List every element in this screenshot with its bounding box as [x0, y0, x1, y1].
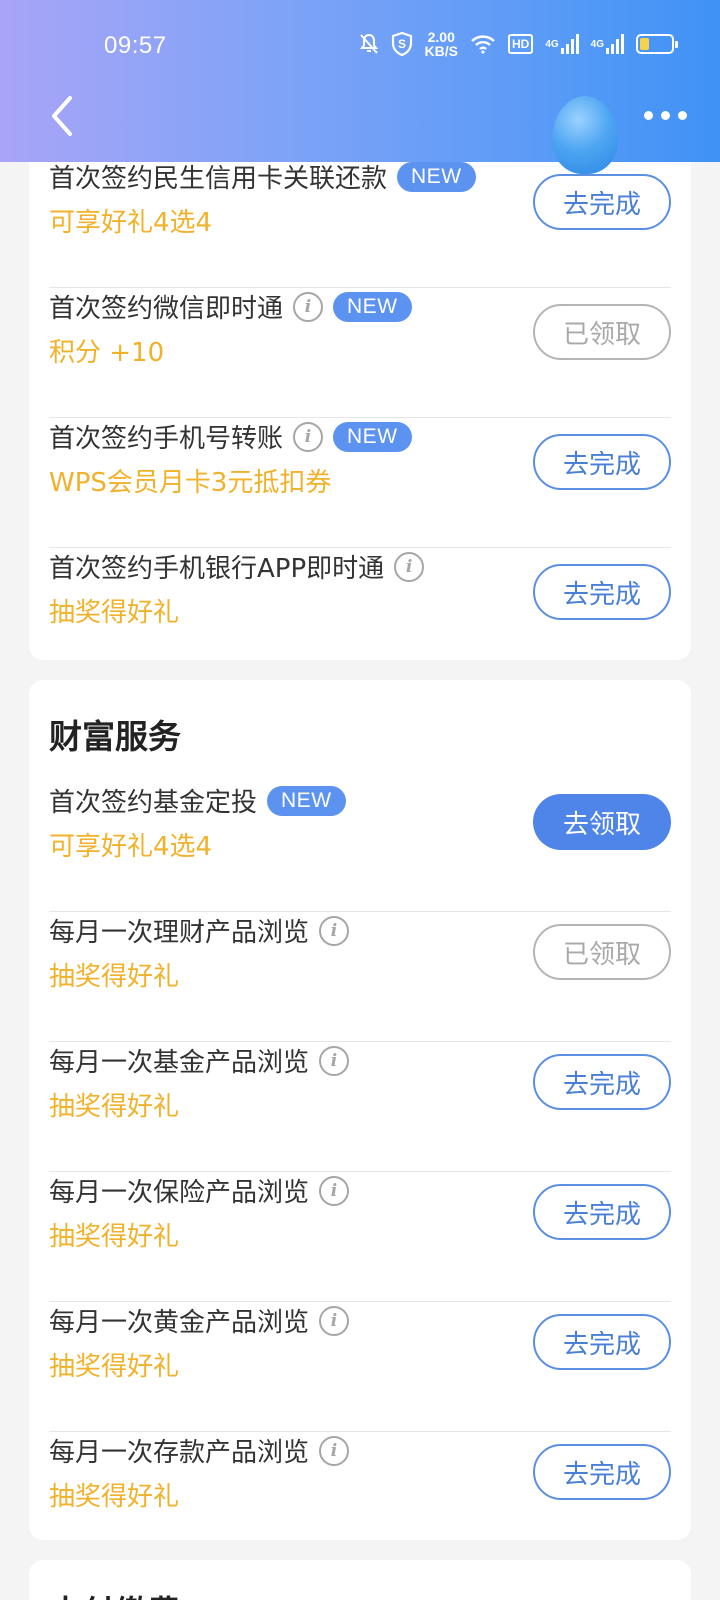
task-title: 每月一次黄金产品浏览 — [49, 1308, 310, 1338]
task-row: 首次签约手机号转账 i NEW WPS会员月卡3元抵扣券 去完成 — [49, 418, 671, 548]
status-time: 09:57 — [104, 32, 167, 59]
task-card-signup: 首次签约民生信用卡关联还款 NEW 可享好礼4选4 去完成 首次签约微信即时通 … — [29, 120, 691, 660]
new-badge: NEW — [397, 161, 476, 192]
task-reward: 抽奖得好礼 — [49, 1482, 180, 1512]
section-title: 支付缴费 — [49, 1586, 181, 1600]
task-reward: 积分 +10 — [49, 338, 165, 368]
task-title: 每月一次基金产品浏览 — [49, 1048, 310, 1078]
go-complete-button[interactable]: 去完成 — [533, 1184, 671, 1240]
task-row: 每月一次黄金产品浏览 i 抽奖得好礼 去完成 — [49, 1302, 671, 1432]
info-icon[interactable]: i — [394, 551, 425, 582]
task-reward: 抽奖得好礼 — [49, 1352, 180, 1382]
mute-bell-icon — [359, 33, 379, 55]
new-badge: NEW — [333, 291, 412, 322]
task-row: 每月一次存款产品浏览 i 抽奖得好礼 去完成 — [49, 1432, 671, 1532]
claimed-button[interactable]: 已领取 — [533, 924, 671, 980]
task-row: 每月一次基金产品浏览 i 抽奖得好礼 去完成 — [49, 1042, 671, 1172]
go-complete-button[interactable]: 去完成 — [533, 564, 671, 620]
info-icon[interactable]: i — [319, 1175, 350, 1206]
task-title: 首次签约手机银行APP即时通 — [49, 554, 385, 584]
task-row: 首次签约基金定投 NEW 可享好礼4选4 去领取 — [49, 782, 671, 912]
task-reward: 可享好礼4选4 — [49, 208, 213, 238]
task-card-wealth: 财富服务 首次签约基金定投 NEW 可享好礼4选4 去领取 每月一次理财产品浏览… — [29, 680, 691, 1540]
task-title: 首次签约基金定投 — [49, 788, 258, 818]
task-reward: WPS会员月卡3元抵扣券 — [49, 468, 332, 498]
svg-text:S: S — [398, 37, 406, 51]
task-title: 每月一次保险产品浏览 — [49, 1178, 310, 1208]
go-complete-button[interactable]: 去完成 — [533, 1444, 671, 1500]
task-title: 每月一次存款产品浏览 — [49, 1438, 310, 1468]
shield-icon: S — [391, 32, 413, 56]
go-complete-button[interactable]: 去完成 — [533, 1314, 671, 1370]
network-speed: 2.00 KB/S — [424, 29, 458, 59]
task-row: 每月一次理财产品浏览 i 抽奖得好礼 已领取 — [49, 912, 671, 1042]
cellular-signal-icon: 4G — [591, 34, 624, 54]
go-complete-button[interactable]: 去完成 — [533, 1054, 671, 1110]
info-icon[interactable]: i — [319, 915, 350, 946]
task-reward: 抽奖得好礼 — [49, 1222, 180, 1252]
task-title: 每月一次理财产品浏览 — [49, 918, 310, 948]
hd-icon: HD — [507, 34, 534, 54]
more-dots-icon[interactable] — [644, 100, 700, 130]
task-row: 每月一次保险产品浏览 i 抽奖得好礼 去完成 — [49, 1172, 671, 1302]
go-complete-button[interactable]: 去完成 — [533, 434, 671, 490]
page-scroll[interactable]: 首次签约民生信用卡关联还款 NEW 可享好礼4选4 去完成 首次签约微信即时通 … — [0, 0, 720, 1600]
go-claim-button[interactable]: 去领取 — [533, 794, 671, 850]
claimed-button[interactable]: 已领取 — [533, 304, 671, 360]
go-complete-button[interactable]: 去完成 — [533, 174, 671, 230]
task-row: 首次签约微信即时通 i NEW 积分 +10 已领取 — [49, 288, 671, 418]
task-row: 首次签约民生信用卡关联还款 NEW 可享好礼4选4 去完成 — [49, 158, 671, 288]
mascot-egg-icon — [552, 96, 618, 174]
task-title: 首次签约微信即时通 — [49, 294, 284, 324]
battery-icon — [636, 34, 678, 54]
task-card-payment: 支付缴费 — [29, 1560, 691, 1600]
task-title: 首次签约手机号转账 — [49, 424, 284, 454]
section-title: 财富服务 — [49, 717, 181, 756]
task-reward: 抽奖得好礼 — [49, 1092, 180, 1122]
task-reward: 可享好礼4选4 — [49, 832, 213, 862]
chevron-left-icon[interactable] — [44, 92, 84, 140]
info-icon[interactable]: i — [319, 1305, 350, 1336]
info-icon[interactable]: i — [319, 1045, 350, 1076]
task-title: 首次签约民生信用卡关联还款 — [49, 164, 388, 194]
app-header: 09:57 S 2.00 KB/S HD 4G 4G — [0, 0, 720, 174]
new-badge: NEW — [267, 785, 346, 816]
info-icon[interactable]: i — [319, 1435, 350, 1466]
task-reward: 抽奖得好礼 — [49, 598, 180, 628]
wifi-icon — [470, 34, 496, 54]
new-badge: NEW — [333, 421, 412, 452]
info-icon[interactable]: i — [293, 421, 324, 452]
task-reward: 抽奖得好礼 — [49, 962, 180, 992]
status-bar: 09:57 S 2.00 KB/S HD 4G 4G — [0, 20, 720, 70]
task-row: 首次签约手机银行APP即时通 i 抽奖得好礼 去完成 — [49, 548, 671, 658]
cellular-signal-icon: 4G — [545, 34, 579, 54]
info-icon[interactable]: i — [293, 291, 324, 322]
